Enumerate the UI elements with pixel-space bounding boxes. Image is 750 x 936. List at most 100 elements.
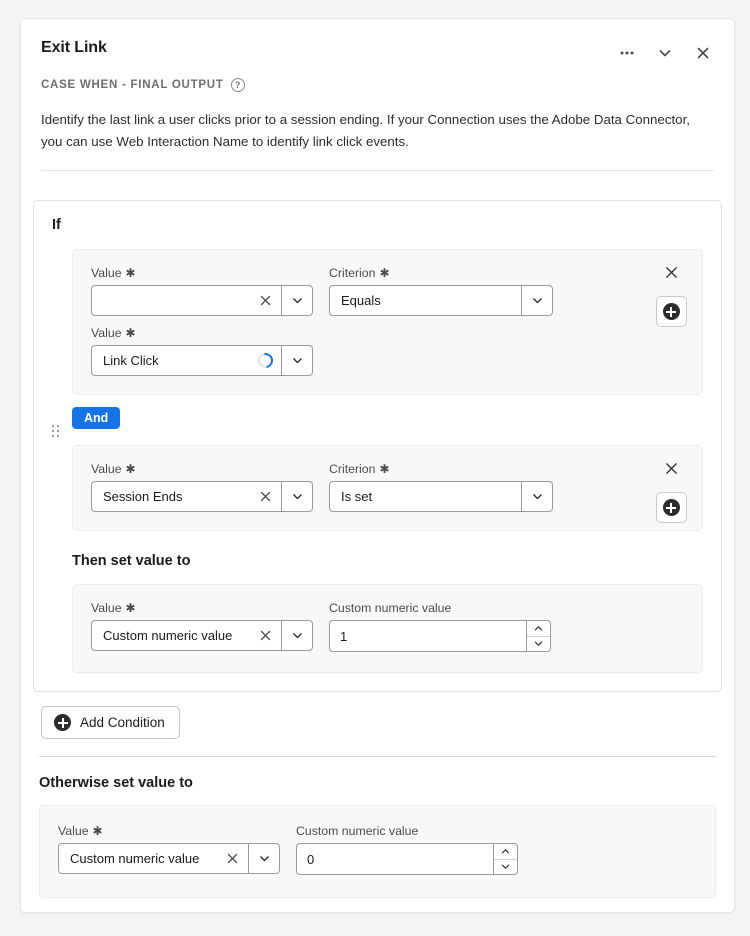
value-label-text: Value [58,824,89,839]
card-description: Identify the last link a user clicks pri… [41,112,690,149]
chevron-down-icon[interactable] [281,481,313,513]
value-label: Value ✱ [91,601,313,615]
value-secondary-combobox[interactable]: Link Click [91,345,313,377]
value-input[interactable] [91,285,281,317]
otherwise-numeric-input[interactable]: 0 [296,843,493,876]
required-asterisk: ✱ [125,601,136,616]
and-operator-button[interactable]: And [72,407,121,430]
value-field-group: Value ✱ [91,266,313,317]
add-row-button[interactable] [655,492,687,524]
otherwise-panel: Value ✱ Custom numeric value Custom nume… [39,805,716,899]
otherwise-value-combobox[interactable]: Custom numeric value [58,843,280,875]
clear-icon[interactable] [225,851,240,866]
header-top-row: Exit Link [41,39,714,64]
value-label-text: Value [91,266,122,281]
then-numeric-input[interactable]: 1 [329,620,526,653]
clear-icon[interactable] [258,489,273,504]
add-row-button[interactable] [655,296,687,328]
card-header: Exit Link CASE WHEN - FINAL OUTPUT ? Ide… [21,19,734,187]
required-asterisk: ✱ [125,326,136,341]
otherwise-fields-row: Value ✱ Custom numeric value Custom nume… [58,824,701,876]
page-title: Exit Link [41,39,107,56]
required-asterisk: ✱ [125,266,136,281]
chevron-down-icon[interactable] [521,481,553,513]
value-combobox[interactable]: Session Ends [91,481,313,513]
otherwise-numeric-label-text: Custom numeric value [296,824,419,839]
condition-2-actions [654,458,688,524]
remove-condition-icon[interactable] [661,262,681,282]
stepper-increment-icon[interactable] [527,621,550,637]
value-secondary-input[interactable]: Link Click [91,345,281,377]
case-when-card: Exit Link CASE WHEN - FINAL OUTPUT ? Ide… [20,18,735,914]
chevron-down-icon[interactable] [248,843,280,875]
condition-1-fields: Value ✱ Criterion ✱ Equals Value ✱ Link … [91,266,672,377]
otherwise-label: Otherwise set value to [39,775,193,792]
condition-row: Value ✱ Criterion ✱ Equals Value ✱ Link … [72,249,703,396]
condition-1-actions [654,262,688,328]
criterion-label-text: Criterion [329,266,376,281]
otherwise-value-field-group: Value ✱ Custom numeric value [58,824,280,875]
otherwise-numeric-input-text: 0 [307,851,315,867]
otherwise-numeric-stepper[interactable]: 0 [296,843,518,876]
value-label-text: Value [91,601,122,616]
chevron-down-icon[interactable] [281,620,313,652]
section-divider [39,756,716,758]
criterion-input-text: Equals [341,293,381,309]
criterion-input[interactable]: Is set [329,481,521,513]
criterion-input[interactable]: Equals [329,285,521,317]
clear-icon[interactable] [258,628,273,643]
value-field-group: Value ✱ Session Ends [91,462,313,513]
stepper-increment-icon[interactable] [494,844,517,860]
if-label: If [52,217,61,234]
required-asterisk: ✱ [379,462,390,477]
value-label-text: Value [91,462,122,477]
condition-row: Value ✱ Session Ends Criterion ✱ Is set [72,445,703,532]
chevron-down-icon[interactable] [654,42,676,64]
then-panel: Value ✱ Custom numeric value Custom nume… [72,584,703,674]
drag-handle-icon[interactable] [52,425,60,438]
value-input-text: Session Ends [103,489,183,505]
required-asterisk: ✱ [125,462,136,477]
operator-row: And [52,407,703,438]
help-circle-icon[interactable]: ? [230,78,245,92]
plus-circle-icon [662,303,680,321]
header-divider [41,170,714,172]
criterion-combobox[interactable]: Equals [329,285,553,317]
then-value-field-group: Value ✱ Custom numeric value [91,601,313,652]
criterion-combobox[interactable]: Is set [329,481,553,513]
chevron-down-icon[interactable] [521,285,553,317]
remove-condition-icon[interactable] [661,458,681,478]
criterion-field-group: Criterion ✱ Equals [329,266,553,317]
value-combobox[interactable] [91,285,313,317]
clear-icon[interactable] [258,293,273,308]
card-body: If Value ✱ Criterion ✱ Equals Value ✱ Li… [21,187,734,912]
plus-circle-icon [54,714,71,732]
chevron-down-icon[interactable] [281,285,313,317]
add-condition-button[interactable]: Add Condition [41,706,180,740]
then-numeric-stepper[interactable]: 1 [329,620,551,653]
more-options-icon[interactable] [616,42,638,64]
value-label: Value ✱ [91,462,313,476]
criterion-label: Criterion ✱ [329,462,553,476]
then-label: Then set value to [72,553,191,570]
value-input[interactable]: Session Ends [91,481,281,513]
card-subtitle: CASE WHEN - FINAL OUTPUT [41,79,224,91]
otherwise-value-input[interactable]: Custom numeric value [58,843,248,875]
stepper-decrement-icon[interactable] [494,860,517,875]
criterion-label: Criterion ✱ [329,266,553,280]
criterion-label-text: Criterion [329,462,376,477]
stepper-decrement-icon[interactable] [527,637,550,652]
header-actions [616,39,714,64]
close-icon[interactable] [692,42,714,64]
plus-circle-icon [662,499,680,517]
chevron-down-icon[interactable] [281,345,313,377]
then-numeric-field-group: Custom numeric value 1 [329,601,551,653]
subtitle-row: CASE WHEN - FINAL OUTPUT ? [41,78,714,92]
then-value-input[interactable]: Custom numeric value [91,620,281,652]
condition-2-top-row: Value ✱ Session Ends Criterion ✱ Is set [91,462,688,513]
add-condition-label: Add Condition [80,715,165,731]
criterion-field-group: Criterion ✱ Is set [329,462,553,513]
required-asterisk: ✱ [379,266,390,281]
otherwise-value-input-text: Custom numeric value [70,851,200,867]
then-value-combobox[interactable]: Custom numeric value [91,620,313,652]
